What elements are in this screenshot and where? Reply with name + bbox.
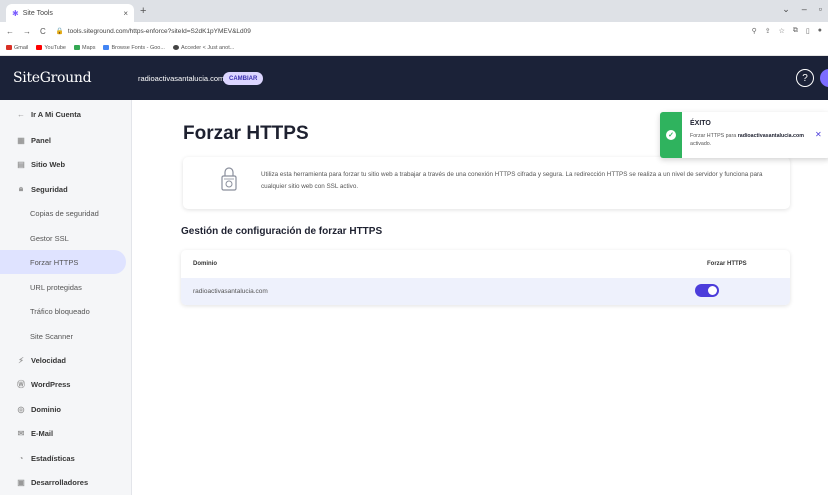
bookmarks-bar: Gmail YouTube Maps Browse Fonts - Goo...…	[0, 40, 828, 56]
sidebar-item-url-protegidas[interactable]: URL protegidas	[0, 275, 132, 299]
close-tab-icon[interactable]: ×	[123, 9, 128, 18]
url-field[interactable]: 🔒 tools.siteground.com/https-enforce?site…	[56, 27, 251, 35]
bookmark-maps[interactable]: Maps	[74, 45, 95, 51]
success-toast: ✓ ÉXITO Forzar HTTPS para radioactivasan…	[660, 112, 828, 158]
info-card: Utiliza esta herramienta para forzar tu …	[183, 157, 790, 209]
info-description: Utiliza esta herramienta para forzar tu …	[261, 171, 763, 190]
zoom-icon[interactable]: ⚲	[752, 27, 757, 35]
sidebar-item-desarrolladores[interactable]: ▣ Desarrolladores	[0, 470, 132, 494]
wordpress-icon	[172, 45, 179, 50]
sidebar-item-site-scanner[interactable]: Site Scanner	[0, 324, 132, 348]
force-https-toggle[interactable]	[695, 284, 719, 297]
grid-icon: ▦	[17, 135, 25, 145]
url-text: tools.siteground.com/https-enforce?siteI…	[67, 28, 251, 35]
sidebar-item-seguridad[interactable]: 🔒︎ Seguridad	[0, 177, 132, 201]
site-domain: radioactivasantalucia.com	[138, 74, 225, 83]
sidebar-item-copias[interactable]: Copias de seguridad	[0, 201, 132, 225]
bookmark-fonts[interactable]: Browse Fonts - Goo...	[103, 45, 165, 51]
sidebar-item-velocidad[interactable]: ⚡︎ Velocidad	[0, 348, 132, 372]
stats-icon: ◔	[18, 453, 24, 463]
lock-icon: 🔒	[55, 28, 64, 35]
extensions-icon[interactable]: ⧉	[793, 27, 798, 35]
globe-icon: ◎	[17, 404, 25, 414]
sidebar-item-gestor-ssl[interactable]: Gestor SSL	[0, 226, 132, 250]
sidebar-item-ir-a-mi-cuenta[interactable]: ← Ir A Mi Cuenta	[0, 102, 132, 126]
sidebar-item-dominio[interactable]: ◎ Dominio	[0, 397, 132, 421]
reload-icon[interactable]: C	[40, 27, 46, 36]
column-header-forzar-https: Forzar HTTPS	[707, 261, 747, 267]
window-controls: ⌄ – ▫	[782, 4, 822, 15]
wordpress-icon: Ⓦ	[17, 379, 25, 389]
bookmark-youtube[interactable]: YouTube	[36, 45, 66, 51]
toast-title: ÉXITO	[690, 120, 711, 127]
table-header: Dominio Forzar HTTPS	[181, 250, 790, 278]
fonts-icon	[103, 45, 110, 50]
https-lock-icon	[221, 167, 237, 191]
sidebar-item-sitio-web[interactable]: ▤ Sitio Web	[0, 152, 132, 176]
column-header-dominio: Dominio	[193, 261, 217, 267]
section-title: Gestión de configuración de forzar HTTPS	[181, 226, 383, 237]
bookmark-acceder[interactable]: Acceder < Just anot...	[172, 45, 234, 51]
page-title: Forzar HTTPS	[183, 123, 309, 144]
gmail-icon	[6, 45, 12, 50]
help-icon[interactable]: ?	[796, 69, 814, 87]
mail-icon: ✉︎	[17, 428, 25, 438]
row-domain: radioactivasantalucia.com	[193, 288, 268, 295]
browser-tab-bar: ✱ Site Tools × + ⌄ – ▫	[0, 0, 828, 22]
avatar[interactable]	[820, 69, 828, 87]
share-icon[interactable]: ⇪	[765, 27, 771, 35]
arrow-left-icon: ←	[17, 109, 25, 119]
sidebar-item-email[interactable]: ✉︎ E-Mail	[0, 421, 132, 445]
browser-tab[interactable]: ✱ Site Tools ×	[6, 4, 134, 22]
back-icon[interactable]: ←	[6, 27, 14, 36]
toast-status-strip: ✓	[660, 112, 682, 158]
bookmark-gmail[interactable]: Gmail	[6, 45, 28, 51]
siteground-header: SiteGround radioactivasantalucia.com CAM…	[0, 56, 828, 100]
minimize-icon[interactable]: –	[802, 4, 807, 15]
siteground-favicon-icon: ✱	[12, 8, 19, 18]
close-icon[interactable]: ✕	[815, 130, 822, 139]
restore-icon[interactable]: ▫	[819, 4, 822, 15]
code-icon: ▣	[17, 477, 25, 487]
youtube-icon	[36, 45, 43, 50]
sidebar: ← Ir A Mi Cuenta ▦ Panel ▤ Sitio Web 🔒︎ Segu…	[0, 100, 132, 495]
siteground-logo[interactable]: SiteGround	[13, 70, 92, 86]
table-row: radioactivasantalucia.com	[181, 278, 790, 305]
maps-icon	[74, 45, 80, 50]
sidebar-item-panel[interactable]: ▦ Panel	[0, 128, 132, 152]
tab-title: Site Tools	[22, 9, 53, 17]
check-icon: ✓	[666, 130, 676, 140]
sidebar-item-wordpress[interactable]: Ⓦ WordPress	[0, 372, 132, 396]
address-bar: ← → C 🔒 tools.siteground.com/https-enforc…	[0, 22, 828, 40]
sidebar-toggle-icon[interactable]: ▯	[806, 27, 810, 35]
toast-message: Forzar HTTPS para radioactivasantalucia.…	[690, 133, 804, 147]
forward-icon[interactable]: →	[23, 27, 31, 36]
sidebar-item-trafico-bloqueado[interactable]: Tráfico bloqueado	[0, 299, 132, 323]
speed-icon: ⚡︎	[18, 355, 24, 365]
website-icon: ▤	[17, 159, 25, 169]
https-table: Dominio Forzar HTTPS radioactivasantaluc…	[181, 250, 790, 305]
sidebar-item-forzar-https[interactable]: Forzar HTTPS	[0, 250, 126, 274]
lock-icon: 🔒︎	[18, 184, 24, 193]
profile-icon[interactable]: ●	[818, 27, 822, 35]
new-tab-icon[interactable]: +	[140, 5, 146, 17]
cambiar-button[interactable]: CAMBIAR	[223, 72, 264, 85]
star-icon[interactable]: ☆	[779, 27, 785, 35]
chevron-down-icon[interactable]: ⌄	[782, 4, 790, 15]
sidebar-item-estadisticas[interactable]: ◔ Estadísticas	[0, 446, 132, 470]
